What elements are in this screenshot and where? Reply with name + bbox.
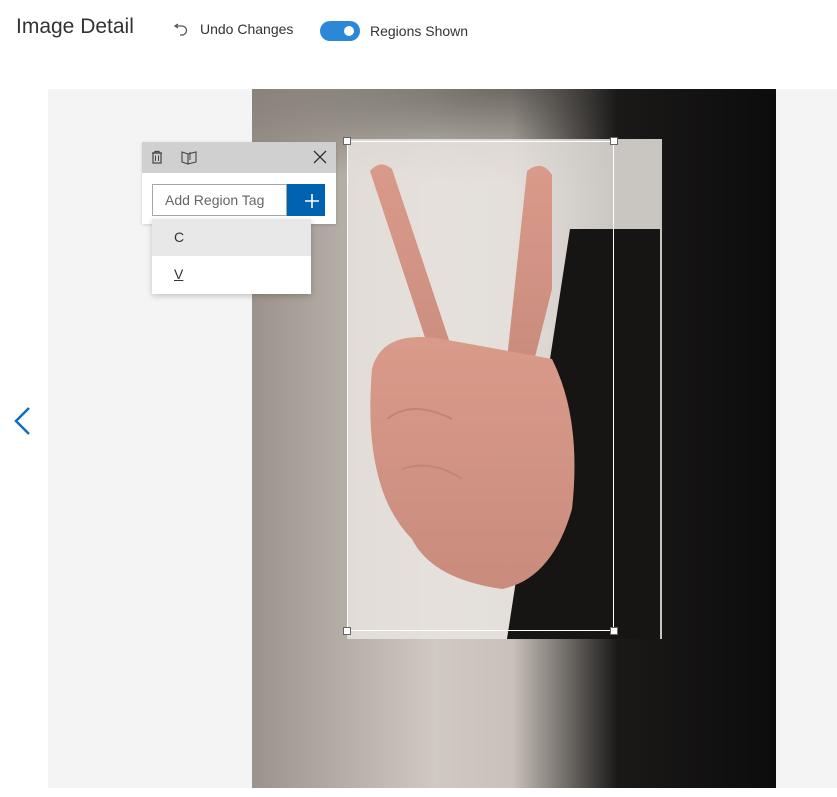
- region-handle-bottom-right[interactable]: [610, 627, 618, 635]
- duplicate-region-button[interactable]: [180, 148, 198, 166]
- chevron-left-icon: [14, 407, 30, 435]
- close-icon: [313, 150, 327, 164]
- region-handle-bottom-left[interactable]: [343, 627, 351, 635]
- header: Image Detail Undo Changes Regions Shown: [0, 0, 837, 60]
- delete-region-button[interactable]: [148, 148, 166, 166]
- region-handle-top-right[interactable]: [610, 137, 618, 145]
- page-title: Image Detail: [16, 15, 134, 38]
- region-tag-input[interactable]: [152, 184, 287, 216]
- region-tag-panel: [142, 142, 336, 224]
- regions-shown-label: Regions Shown: [370, 23, 469, 39]
- tag-option-label: V: [174, 266, 184, 282]
- tag-option-v[interactable]: V: [152, 256, 311, 293]
- trash-icon: [152, 150, 162, 164]
- tag-option-c[interactable]: C: [152, 219, 311, 256]
- tag-option-label: C: [174, 229, 185, 245]
- regions-shown-toggle[interactable]: [320, 21, 360, 41]
- close-tag-panel-button[interactable]: [311, 148, 329, 166]
- tag-suggestion-dropdown: C V: [152, 219, 311, 294]
- region-box[interactable]: [347, 141, 614, 631]
- region-handle-top-left[interactable]: [343, 137, 351, 145]
- toggle-knob: [344, 26, 354, 36]
- copy-region-icon: [181, 151, 197, 165]
- previous-image-button[interactable]: [10, 402, 38, 442]
- undo-changes-label: Undo Changes: [200, 21, 294, 37]
- undo-changes-button[interactable]: Undo Changes: [172, 20, 293, 38]
- regions-toggle-group: Regions Shown: [320, 21, 468, 41]
- add-region-tag-button[interactable]: [287, 184, 325, 216]
- region-tag-toolbar: [142, 142, 336, 173]
- plus-icon: [305, 194, 319, 208]
- undo-icon: [173, 23, 188, 36]
